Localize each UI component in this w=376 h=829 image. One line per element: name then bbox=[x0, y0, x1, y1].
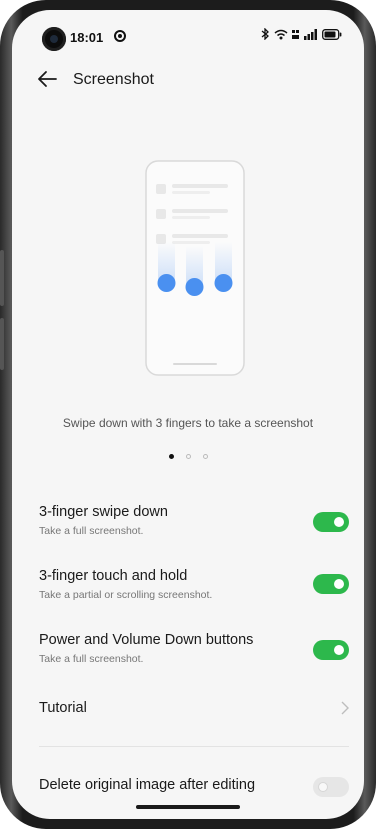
toggle-knob bbox=[334, 579, 344, 589]
page-indicator bbox=[12, 454, 364, 459]
setting-title: 3-finger swipe down bbox=[39, 504, 168, 520]
notification-icon bbox=[114, 29, 126, 47]
status-time: 18:01 bbox=[70, 30, 104, 45]
chevron-right-icon bbox=[341, 701, 349, 720]
toggle-knob bbox=[334, 645, 344, 655]
page-dot-2[interactable] bbox=[185, 454, 191, 459]
volume-button bbox=[0, 250, 4, 306]
status-bar: 18:01 bbox=[12, 10, 364, 52]
setting-subtitle: Take a full screenshot. bbox=[39, 653, 144, 665]
setting-subtitle: Take a full screenshot. bbox=[39, 525, 144, 537]
page-dot-1[interactable] bbox=[168, 454, 174, 459]
setting-3-finger-swipe[interactable]: 3-finger swipe down Take a full screensh… bbox=[39, 504, 349, 537]
toggle-knob bbox=[334, 517, 344, 527]
home-indicator[interactable] bbox=[136, 805, 240, 809]
page-dot-3[interactable] bbox=[202, 454, 208, 459]
network-type-icon bbox=[292, 29, 299, 39]
battery-icon bbox=[322, 28, 342, 40]
page-title: Screenshot bbox=[73, 71, 154, 88]
tutorial-row[interactable]: Tutorial bbox=[39, 700, 349, 716]
bluetooth-icon bbox=[261, 28, 269, 40]
setting-power-volume[interactable]: Power and Volume Down buttons Take a ful… bbox=[39, 632, 349, 665]
device-frame: 18:01 Screenshot Swipe down with 3 finge… bbox=[0, 0, 376, 829]
app-header: Screenshot bbox=[12, 62, 364, 98]
delete-original-toggle[interactable] bbox=[313, 777, 349, 797]
toggle-knob bbox=[318, 782, 328, 792]
back-arrow-icon[interactable] bbox=[36, 68, 58, 90]
swipe-toggle[interactable] bbox=[313, 512, 349, 532]
setting-title: 3-finger touch and hold bbox=[39, 568, 188, 584]
setting-title: Delete original image after editing bbox=[39, 777, 256, 793]
screen: 18:01 Screenshot Swipe down with 3 finge… bbox=[12, 10, 364, 819]
setting-title: Power and Volume Down buttons bbox=[39, 632, 254, 648]
tutorial-label: Tutorial bbox=[39, 700, 87, 716]
power-button bbox=[0, 318, 4, 370]
illustration-caption: Swipe down with 3 fingers to take a scre… bbox=[62, 416, 314, 430]
setting-3-finger-hold[interactable]: 3-finger touch and hold Take a partial o… bbox=[39, 568, 349, 601]
setting-subtitle: Take a partial or scrolling screenshot. bbox=[39, 589, 213, 601]
gesture-illustration bbox=[145, 160, 245, 376]
status-icons bbox=[261, 28, 342, 40]
section-divider bbox=[39, 746, 349, 747]
signal-icon bbox=[304, 28, 317, 40]
power-volume-toggle[interactable] bbox=[313, 640, 349, 660]
setting-delete-original[interactable]: Delete original image after editing bbox=[39, 777, 349, 797]
wifi-icon bbox=[274, 29, 288, 39]
front-camera bbox=[42, 27, 66, 51]
hold-toggle[interactable] bbox=[313, 574, 349, 594]
